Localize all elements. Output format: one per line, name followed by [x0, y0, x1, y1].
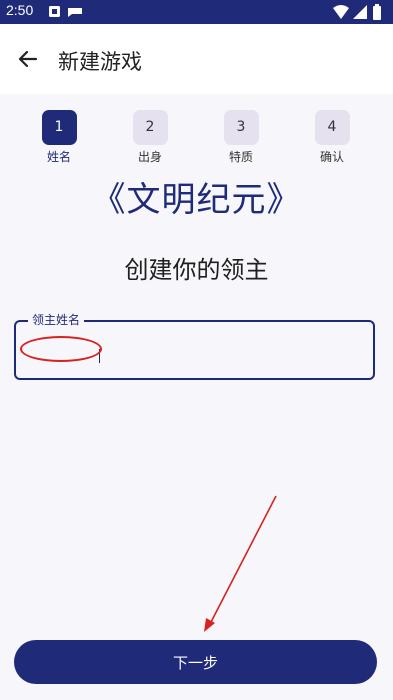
annotation-ellipse	[20, 336, 102, 362]
step-label: 确认	[319, 150, 344, 164]
step-label: 姓名	[46, 150, 71, 164]
step-2[interactable]: 2 出身	[120, 110, 180, 165]
step-number: 3	[223, 110, 259, 145]
step-4[interactable]: 4 确认	[302, 110, 362, 165]
message-icon	[68, 8, 82, 17]
page-title: 新建游戏	[58, 50, 142, 74]
next-button[interactable]: 下一步	[14, 640, 377, 684]
status-icons-right	[331, 3, 387, 25]
stepper: 1 姓名 2 出身 3 特质 4 确认	[0, 110, 393, 170]
status-time: 2:50	[6, 2, 34, 18]
signal-icon	[353, 5, 367, 19]
lord-name-label: 领主姓名	[28, 311, 85, 328]
step-number: 1	[41, 110, 77, 145]
notification-icon	[49, 6, 60, 17]
step-label: 出身	[137, 150, 162, 164]
battery-icon	[373, 4, 381, 20]
status-icons-left	[48, 4, 88, 23]
step-label: 特质	[228, 150, 253, 164]
status-bar: 2:50	[0, 0, 393, 24]
create-lord-heading: 创建你的领主	[124, 256, 269, 284]
step-number: 4	[314, 110, 350, 145]
step-1[interactable]: 1 姓名	[29, 110, 89, 165]
step-3[interactable]: 3 特质	[211, 110, 271, 165]
brand-title: 《文明纪元》	[91, 180, 302, 220]
app-bar: 新建游戏	[0, 24, 393, 94]
step-number: 2	[132, 110, 168, 145]
arrow-left-icon[interactable]	[14, 45, 42, 73]
wifi-icon	[333, 5, 349, 19]
